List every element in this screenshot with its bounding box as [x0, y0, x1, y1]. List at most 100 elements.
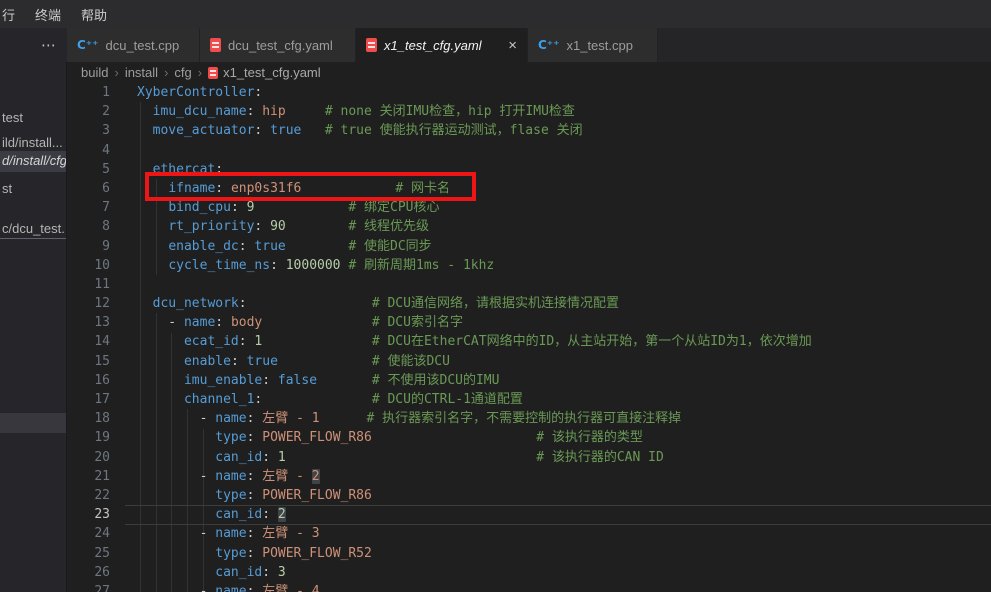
- code-line-text[interactable]: bind_cpu: 9 # 绑定CPU核心: [110, 198, 991, 217]
- line-number: 22: [67, 486, 110, 505]
- more-actions-icon[interactable]: ⋯: [41, 36, 57, 54]
- menu-item-2[interactable]: 帮助: [71, 5, 117, 24]
- code-token: :: [215, 315, 231, 330]
- code-line-text[interactable]: enable_dc: true # 使能DC同步: [110, 237, 991, 256]
- code-line: 13 - name: body # DCU索引名字: [67, 313, 991, 332]
- tab-dcu_test.cpp[interactable]: C⁺⁺dcu_test.cpp: [67, 28, 200, 62]
- line-number: 20: [67, 448, 110, 467]
- code-token: :: [231, 200, 247, 215]
- list-item[interactable]: c/dcu_test...: [0, 219, 67, 239]
- code-line-text[interactable]: cycle_time_ns: 1000000 # 刷新周期1ms - 1khz: [110, 256, 991, 275]
- code-line-text[interactable]: ecat_id: 1 # DCU在EtherCAT网络中的ID，从主站开始，第一…: [110, 332, 991, 351]
- menu-item-1[interactable]: 终端: [25, 5, 71, 24]
- sidebar-header: ⋯: [0, 28, 67, 62]
- menu-item-0[interactable]: 行: [0, 5, 25, 24]
- code-token: imu_dcu_name: [153, 104, 247, 119]
- list-item[interactable]: [0, 413, 67, 433]
- code-token: rt_priority: [168, 219, 254, 234]
- code-line-text[interactable]: - name: 左臂 - 2: [110, 467, 991, 486]
- code-line-text[interactable]: [110, 275, 991, 294]
- code-line-text[interactable]: type: POWER_FLOW_R86 # 该执行器的类型: [110, 428, 991, 447]
- code-line-text[interactable]: imu_enable: false # 不使用该DCU的IMU: [110, 371, 991, 390]
- list-item[interactable]: d/install/cfg: [0, 151, 67, 172]
- breadcrumb-file[interactable]: x1_test_cfg.yaml: [208, 65, 321, 80]
- code-token: ifname: [168, 181, 215, 196]
- code-token: [286, 104, 325, 119]
- code-line-text[interactable]: rt_priority: 90 # 线程优先级: [110, 217, 991, 236]
- code-token: :: [247, 430, 263, 445]
- code-token: # 执行器索引名字，不需要控制的执行器可直接注释掉: [367, 411, 682, 426]
- code-line: 10 cycle_time_ns: 1000000 # 刷新周期1ms - 1k…: [67, 256, 991, 275]
- close-tab-icon[interactable]: ×: [508, 38, 517, 53]
- code-line: 12 dcu_network: # DCU通信网络，请根据实机连接情况配置: [67, 294, 991, 313]
- code-token: [137, 450, 215, 465]
- code-line-text[interactable]: imu_dcu_name: hip # none 关闭IMU检查，hip 打开I…: [110, 102, 991, 121]
- line-number: 3: [67, 121, 110, 140]
- code-token: [137, 219, 168, 234]
- code-token: :: [215, 181, 231, 196]
- code-token: [137, 123, 153, 138]
- code-line-text[interactable]: enable: true # 使能该DCU: [110, 352, 991, 371]
- tab-x1_test.cpp[interactable]: C⁺⁺ x1_test.cpp: [528, 28, 658, 62]
- tab-x1_test_cfg.yaml[interactable]: x1_test_cfg.yaml×: [356, 28, 528, 62]
- code-line: 18 - name: 左臂 - 1 # 执行器索引名字，不需要控制的执行器可直接…: [67, 409, 991, 428]
- code-token: [137, 239, 168, 254]
- code-line-text[interactable]: type: POWER_FLOW_R52: [110, 544, 991, 563]
- code-token: [262, 392, 372, 407]
- code-token: 1000000: [286, 258, 341, 273]
- code-token: bind_cpu: [168, 200, 231, 215]
- yaml-file-icon: [208, 67, 218, 79]
- code-line-text[interactable]: - name: 左臂 - 4: [110, 582, 991, 592]
- code-token: [137, 565, 215, 580]
- editor[interactable]: 1XyberController:2 imu_dcu_name: hip # n…: [67, 83, 991, 592]
- code-line-text[interactable]: channel_1: # DCU的CTRL-1通道配置: [110, 390, 991, 409]
- code-line-text[interactable]: dcu_network: # DCU通信网络，请根据实机连接情况配置: [110, 294, 991, 313]
- code-token: name: [215, 584, 246, 592]
- code-token: cycle_time_ns: [168, 258, 270, 273]
- code-line-text[interactable]: can_id: 2: [110, 505, 991, 524]
- code-token: 90: [270, 219, 286, 234]
- code-line-text[interactable]: [110, 141, 991, 160]
- code-token: :: [247, 104, 263, 119]
- line-number: 17: [67, 390, 110, 409]
- code-token: [262, 334, 372, 349]
- line-number: 25: [67, 544, 110, 563]
- code-token: body: [231, 315, 262, 330]
- code-line-text[interactable]: - name: 左臂 - 3: [110, 524, 991, 543]
- code-token: :: [254, 85, 262, 100]
- tab-dcu_test_cfg.yaml[interactable]: dcu_test_cfg.yaml: [200, 28, 356, 62]
- code-token: channel_1: [184, 392, 254, 407]
- code-line-text[interactable]: XyberController:: [110, 83, 991, 102]
- code-line-text[interactable]: ethercat:: [110, 160, 991, 179]
- code-token: type: [215, 430, 246, 445]
- code-line-text[interactable]: can_id: 3: [110, 563, 991, 582]
- code-line-text[interactable]: can_id: 1 # 该执行器的CAN ID: [110, 448, 991, 467]
- code-line: 25 type: POWER_FLOW_R52: [67, 544, 991, 563]
- tab-label: x1_test.cpp: [566, 38, 633, 53]
- code-line-text[interactable]: ifname: enp0s31f6 # 网卡名: [110, 179, 991, 198]
- code-line: 3 move_actuator: true # true 使能执行器运动测试，f…: [67, 121, 991, 140]
- code-token: # 线程优先级: [348, 219, 429, 234]
- list-item[interactable]: test: [0, 108, 67, 128]
- line-number: 18: [67, 409, 110, 428]
- code-token: 左臂 - 1: [262, 411, 319, 426]
- code-token: [137, 162, 153, 177]
- cpp-file-icon: C⁺⁺: [538, 38, 559, 52]
- breadcrumb-segment[interactable]: cfg: [174, 65, 191, 80]
- breadcrumb-segment[interactable]: install: [125, 65, 158, 80]
- code-line-text[interactable]: move_actuator: true # true 使能执行器运动测试，fla…: [110, 121, 991, 140]
- code-token: name: [215, 411, 246, 426]
- list-item[interactable]: ild/install...: [0, 133, 67, 153]
- line-number: 5: [67, 160, 110, 179]
- code-line: 9 enable_dc: true # 使能DC同步: [67, 237, 991, 256]
- code-token: [137, 296, 153, 311]
- breadcrumb-segment[interactable]: build: [81, 65, 108, 80]
- code-token: [137, 507, 215, 522]
- code-line-text[interactable]: - name: 左臂 - 1 # 执行器索引名字，不需要控制的执行器可直接注释掉: [110, 409, 991, 428]
- code-line: 16 imu_enable: false # 不使用该DCU的IMU: [67, 371, 991, 390]
- list-item[interactable]: st: [0, 179, 67, 199]
- code-token: :: [254, 123, 270, 138]
- code-line-text[interactable]: - name: body # DCU索引名字: [110, 313, 991, 332]
- code-token: # 使能该DCU: [372, 354, 450, 369]
- code-line-text[interactable]: type: POWER_FLOW_R86: [110, 486, 991, 505]
